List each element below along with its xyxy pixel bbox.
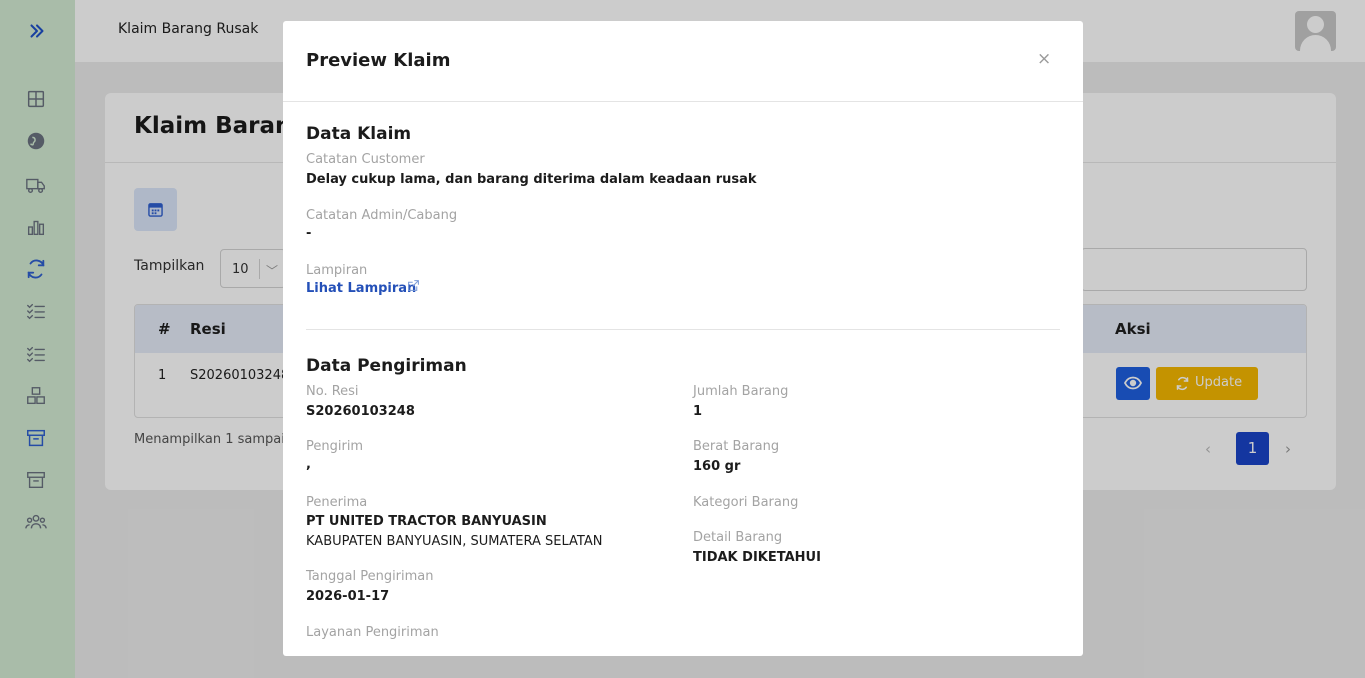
modal-title: Preview Klaim [306, 50, 451, 71]
attachment-label: Lampiran [306, 263, 368, 278]
receiver-name: PT UNITED TRACTOR BANYUASIN [306, 514, 547, 529]
section-title-claim: Data Klaim [306, 124, 412, 144]
qty-value: 1 [693, 404, 703, 419]
admin-note-label: Catatan Admin/Cabang [306, 208, 458, 223]
resi-label: No. Resi [306, 384, 359, 399]
category-label: Kategori Barang [693, 495, 799, 510]
service-label: Layanan Pengiriman [306, 625, 439, 640]
receiver-label: Penerima [306, 495, 368, 510]
preview-claim-modal: Preview Klaim × Data Klaim Catatan Custo… [283, 21, 1083, 656]
admin-note-value: - [306, 226, 312, 241]
detail-label: Detail Barang [693, 530, 783, 545]
date-label: Tanggal Pengiriman [306, 569, 434, 584]
sender-label: Pengirim [306, 439, 364, 454]
receiver-location: KABUPATEN BANYUASIN, SUMATERA SELATAN [306, 534, 603, 549]
section-title-shipping: Data Pengiriman [306, 356, 467, 376]
sender-value: , [306, 457, 311, 472]
customer-note-label: Catatan Customer [306, 152, 425, 167]
view-attachment-link[interactable]: Lihat Lampiran [306, 281, 416, 296]
weight-label: Berat Barang [693, 439, 780, 454]
section-divider [306, 329, 1060, 330]
customer-note-value: Delay cukup lama, dan barang diterima da… [306, 172, 757, 187]
qty-label: Jumlah Barang [693, 384, 789, 399]
close-icon[interactable]: × [1037, 51, 1051, 68]
external-link-icon [408, 280, 419, 291]
modal-header-divider [283, 101, 1083, 102]
detail-value: TIDAK DIKETAHUI [693, 550, 821, 565]
resi-value: S20260103248 [306, 404, 415, 419]
date-value: 2026-01-17 [306, 589, 390, 604]
weight-value: 160 gr [693, 459, 741, 474]
